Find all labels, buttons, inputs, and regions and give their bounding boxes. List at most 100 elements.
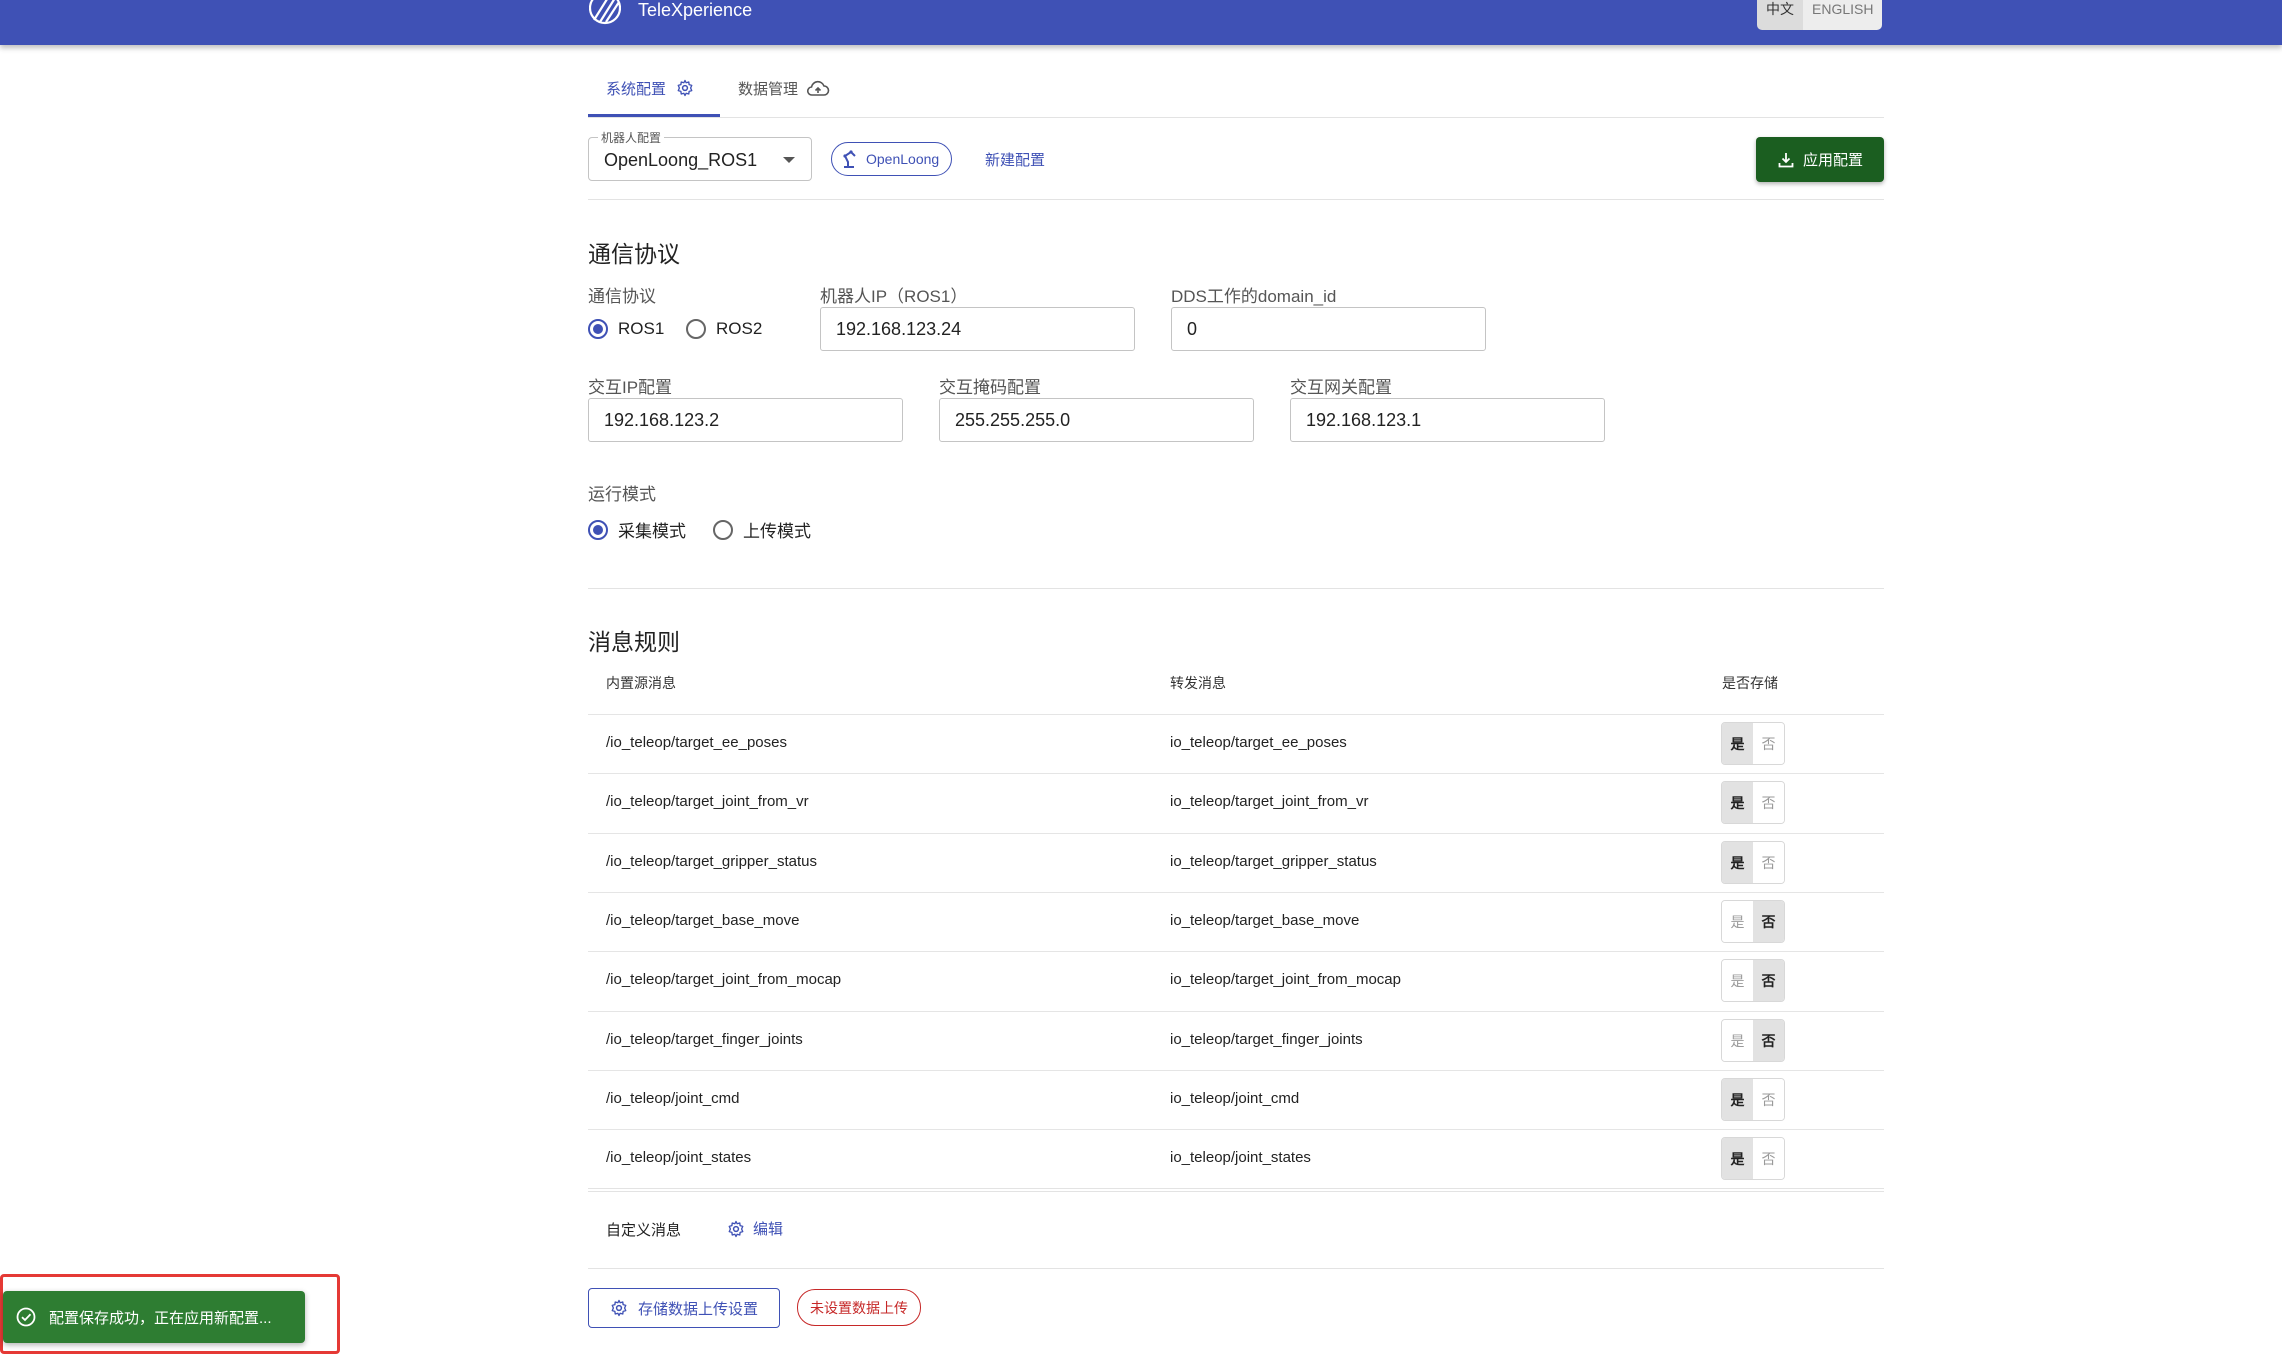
radio-collect-circle: [588, 519, 608, 540]
store-toggle[interactable]: 是否: [1721, 959, 1785, 1002]
source-message-cell: /io_teleop/joint_cmd: [606, 1090, 740, 1107]
gear-icon: [728, 1220, 744, 1237]
rules-section-title: 消息规则: [588, 629, 680, 655]
radio-collect-label: 采集模式: [618, 522, 686, 541]
store-no-button[interactable]: 否: [1753, 1020, 1784, 1061]
forward-message-cell: io_teleop/target_base_move: [1170, 912, 1360, 929]
lang-zh-button[interactable]: 中文: [1757, 0, 1803, 30]
gear-icon: [611, 1299, 627, 1317]
store-no-button[interactable]: 否: [1753, 723, 1784, 764]
radio-upload-circle: [713, 519, 733, 540]
store-yes-button[interactable]: 是: [1722, 1020, 1753, 1061]
store-no-button[interactable]: 否: [1753, 842, 1784, 883]
store-toggle[interactable]: 是否: [1721, 722, 1785, 765]
source-message-cell: /io_teleop/target_ee_poses: [606, 734, 787, 751]
source-message-cell: /io_teleop/target_joint_from_vr: [606, 793, 809, 810]
forward-message-cell: io_teleop/joint_cmd: [1170, 1090, 1300, 1107]
store-toggle[interactable]: 是否: [1721, 900, 1785, 943]
radio-ros2[interactable]: ROS2: [686, 319, 762, 339]
success-toast: 配置保存成功，正在应用新配置...: [3, 1291, 305, 1343]
domain-id-field[interactable]: 0: [1171, 307, 1486, 351]
radio-upload-mode[interactable]: 上传模式: [713, 517, 811, 542]
forward-message-cell: io_teleop/target_joint_from_mocap: [1170, 971, 1401, 988]
store-no-button[interactable]: 否: [1753, 782, 1784, 823]
toast-message: 配置保存成功，正在应用新配置...: [49, 1309, 272, 1327]
tab-system-config-label: 系统配置: [606, 81, 667, 98]
custom-messages-label: 自定义消息: [606, 1222, 682, 1239]
store-no-button[interactable]: 否: [1753, 1138, 1784, 1179]
robot-ip-field[interactable]: 192.168.123.24: [820, 307, 1135, 351]
store-no-button[interactable]: 否: [1753, 1079, 1784, 1120]
robot-config-select[interactable]: 机器人配置 OpenLoong_ROS1: [588, 129, 812, 181]
tabs-divider: [588, 117, 1884, 118]
store-toggle[interactable]: 是否: [1721, 1137, 1785, 1180]
netmask-label: 交互掩码配置: [939, 378, 1041, 397]
store-no-button[interactable]: 否: [1753, 960, 1784, 1001]
col-header-forward: 转发消息: [1170, 675, 1226, 691]
app-header: TeleXperience 中文 ENGLISH: [0, 0, 2282, 45]
custom-divider: [588, 1268, 1884, 1269]
apply-config-label: 应用配置: [1802, 152, 1863, 169]
store-yes-button[interactable]: 是: [1722, 842, 1753, 883]
store-yes-button[interactable]: 是: [1722, 723, 1753, 764]
forward-message-cell: io_teleop/target_ee_poses: [1170, 734, 1347, 751]
radio-upload-label: 上传模式: [743, 522, 811, 541]
col-header-store: 是否存储: [1722, 675, 1778, 691]
interaction-ip-field[interactable]: 192.168.123.2: [588, 398, 903, 442]
table-row: /io_teleop/joint_states io_teleop/joint_s…: [588, 1129, 1884, 1188]
table-row: /io_teleop/target_finger_joints io_teleop…: [588, 1011, 1884, 1070]
robot-model-chip-label: OpenLoong: [866, 151, 940, 167]
store-toggle[interactable]: 是否: [1721, 841, 1785, 884]
download-icon: [1778, 152, 1794, 167]
col-header-source: 内置源消息: [606, 675, 676, 691]
interaction-ip-label: 交互IP配置: [588, 378, 673, 397]
table-row: /io_teleop/target_joint_from_vr io_teleop…: [588, 773, 1884, 832]
gateway-label: 交互网关配置: [1290, 378, 1392, 397]
edit-label: 编辑: [753, 1221, 784, 1238]
storage-upload-settings-button[interactable]: 存储数据上传设置: [588, 1288, 780, 1328]
store-yes-button[interactable]: 是: [1722, 901, 1753, 942]
apply-config-button[interactable]: 应用配置: [1756, 137, 1884, 182]
forward-message-cell: io_teleop/target_gripper_status: [1170, 853, 1377, 870]
forward-message-cell: io_teleop/target_finger_joints: [1170, 1031, 1363, 1048]
netmask-field[interactable]: 255.255.255.0: [939, 398, 1254, 442]
store-yes-button[interactable]: 是: [1722, 1079, 1753, 1120]
robot-config-value: OpenLoong_ROS1: [604, 150, 758, 170]
chevron-down-icon: [783, 157, 795, 163]
source-message-cell: /io_teleop/joint_states: [606, 1149, 752, 1166]
lang-en-button[interactable]: ENGLISH: [1803, 0, 1883, 30]
radio-ros2-label: ROS2: [716, 319, 763, 338]
store-yes-button[interactable]: 是: [1722, 1138, 1753, 1179]
table-row: /io_teleop/target_gripper_status io_teleo…: [588, 833, 1884, 892]
cloud-upload-icon: [806, 80, 830, 96]
store-no-button[interactable]: 否: [1753, 901, 1784, 942]
upload-not-set-chip: 未设置数据上传: [797, 1289, 921, 1326]
gear-icon: [677, 79, 693, 97]
tab-system-config[interactable]: 系统配置: [606, 78, 694, 116]
table-row: /io_teleop/joint_cmd io_teleop/joint_cmd 是…: [588, 1070, 1884, 1129]
radio-ros1[interactable]: ROS1: [588, 319, 664, 339]
forward-message-cell: io_teleop/target_joint_from_vr: [1170, 793, 1369, 810]
source-message-cell: /io_teleop/target_finger_joints: [606, 1031, 803, 1048]
robot-ip-label: 机器人IP（ROS1）: [820, 287, 968, 306]
edit-custom-messages-button[interactable]: 编辑: [727, 1218, 783, 1239]
gateway-field[interactable]: 192.168.123.1: [1290, 398, 1605, 442]
store-toggle[interactable]: 是否: [1721, 1019, 1785, 1062]
table-bottom-divider: [588, 1191, 1884, 1192]
tab-data-management-label: 数据管理: [738, 81, 799, 98]
app-logo-icon: [589, 0, 621, 25]
store-yes-button[interactable]: 是: [1722, 960, 1753, 1001]
domain-id-label: DDS工作的domain_id: [1171, 287, 1337, 306]
store-toggle[interactable]: 是否: [1721, 1078, 1785, 1121]
new-config-button[interactable]: 新建配置: [985, 149, 1045, 170]
robot-arm-icon: [843, 150, 856, 168]
comm-section-title: 通信协议: [588, 241, 680, 267]
section-divider: [588, 588, 1884, 589]
store-toggle[interactable]: 是否: [1721, 781, 1785, 824]
protocol-label: 通信协议: [588, 287, 656, 306]
tab-data-management[interactable]: 数据管理: [738, 78, 830, 116]
store-yes-button[interactable]: 是: [1722, 782, 1753, 823]
table-last-row-border: [588, 1188, 1884, 1189]
radio-ros1-circle: [588, 319, 608, 339]
radio-collect-mode[interactable]: 采集模式: [588, 517, 686, 542]
